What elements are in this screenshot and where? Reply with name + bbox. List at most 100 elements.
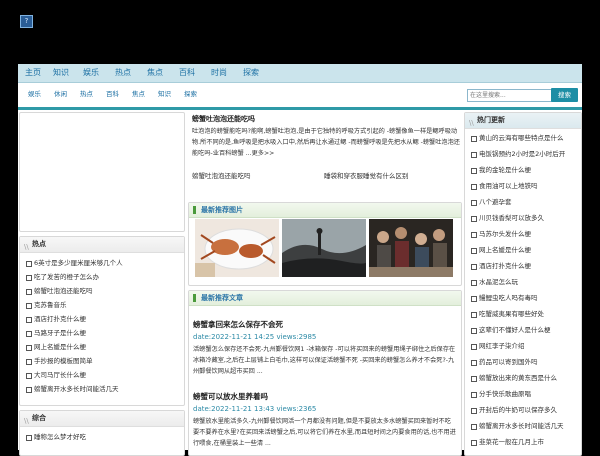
general-left-title: \\ 综合 — [20, 411, 184, 427]
hot-left-panel: \\ 热点 6英寸是多少厘米厘米够几个人 吃了发苦的橙子怎么办 螃蟹吐泡泡还能吃吗… — [19, 236, 185, 406]
bullet-square-icon — [26, 303, 32, 309]
list-item[interactable]: 韭菜花一般在几月上市 — [469, 436, 577, 449]
list-item[interactable]: 螃蟹离开水多长时间能活几天 — [469, 420, 577, 433]
bullet-square-icon — [471, 280, 477, 286]
list-item[interactable]: 吃蟹威夷果有哪些好处 — [469, 308, 577, 321]
list-item[interactable]: 网上名媛是什么梗 — [24, 341, 180, 354]
bullet-square-icon — [471, 344, 477, 350]
nav-primary-home[interactable]: 主页 — [22, 64, 44, 82]
nav-secondary-encyclopedia[interactable]: 百科 — [106, 83, 119, 105]
article-2-body: 螃蟹放水里能活多久-九州鄞餐饮网活一个月都没有问题,但是不要放太多水螃蟹买回来暂… — [193, 418, 456, 447]
list-item[interactable]: 我的金轮是什么梗 — [469, 164, 577, 177]
search-button[interactable]: 搜索 — [551, 88, 578, 102]
photo-crab-on-plate[interactable] — [195, 219, 279, 277]
list-item[interactable]: 手抄报的模板图简单 — [24, 355, 180, 368]
list-item[interactable]: 酒店打扑克什么梗 — [469, 260, 577, 273]
bullet-square-icon — [471, 152, 477, 158]
list-item[interactable]: 螃蟹放出来的黄东西是什么 — [469, 372, 577, 385]
bullet-square-icon — [471, 136, 477, 142]
list-item[interactable]: 黄山的云海有哪些特点是什么 — [469, 132, 577, 145]
bullet-square-icon — [471, 184, 477, 190]
bullet-square-icon — [471, 232, 477, 238]
nav-secondary-hot[interactable]: 热点 — [80, 83, 93, 105]
bullet-square-icon — [26, 359, 32, 365]
hot-right-panel: \\ 热门更新 黄山的云海有哪些特点是什么 电饭锅预约2小时是2小时后开 我的金轮… — [464, 112, 582, 456]
nav-secondary-entertainment[interactable]: 娱乐 — [28, 83, 41, 105]
page: 主页 知识 娱乐 热点 焦点 百科 时尚 探索 娱乐 休闲 热点 百科 焦点 知… — [18, 64, 582, 456]
list-item[interactable]: 药品可以寄到国外吗 — [469, 356, 577, 369]
list-item[interactable]: 电饭锅预约2小时是2小时后开 — [469, 148, 577, 161]
images-title: 最新推荐图片 — [189, 203, 461, 218]
list-item[interactable]: 分手快乐歌曲原唱 — [469, 388, 577, 401]
list-item[interactable]: 食用油可以上地铁吗 — [469, 180, 577, 193]
list-item[interactable]: 川贝钱香梨可以放多久 — [469, 212, 577, 225]
list-item[interactable]: 酒店打扑克什么梗 — [24, 313, 180, 326]
bullet-square-icon — [26, 261, 32, 267]
list-item[interactable]: 6英寸是多少厘米厘米够几个人 — [24, 257, 180, 270]
title-bar-icon — [193, 294, 196, 302]
bullet-square-icon — [471, 264, 477, 270]
bullet-square-icon — [471, 168, 477, 174]
nav-secondary-knowledge[interactable]: 知识 — [158, 83, 171, 105]
bullet-square-icon — [471, 424, 477, 430]
nav-primary-fashion[interactable]: 时尚 — [208, 64, 230, 82]
feature-link-2[interactable]: 睡袋和穿衣服睡觉有什么区别 — [324, 170, 409, 180]
bullet-square-icon — [26, 345, 32, 351]
title-mark-icon: \\ — [24, 243, 29, 251]
photo-mountains[interactable] — [282, 219, 366, 277]
nav-primary-encyclopedia[interactable]: 百科 — [176, 64, 198, 82]
nav-secondary-leisure[interactable]: 休闲 — [54, 83, 67, 105]
list-item[interactable]: 水晶泥怎么玩 — [469, 276, 577, 289]
list-item[interactable]: 吃了发苦的橙子怎么办 — [24, 271, 180, 284]
list-item[interactable]: 鳗鲤虫吃人吗有毒吗 — [469, 292, 577, 305]
nav-primary-explore[interactable]: 探索 — [240, 64, 262, 82]
article-1-title[interactable]: 螃蟹拿回来怎么保存不会死 — [193, 319, 283, 330]
bullet-square-icon — [26, 275, 32, 281]
bullet-square-icon — [26, 317, 32, 323]
bullet-square-icon — [471, 328, 477, 334]
list-item[interactable]: 大司马厅长什么梗 — [24, 369, 180, 382]
bullet-square-icon — [471, 200, 477, 206]
nav-primary-hot[interactable]: 热点 — [112, 64, 134, 82]
feature-title[interactable]: 螃蟹吐泡泡还能吃吗 — [192, 114, 255, 124]
list-item[interactable]: 网红李子柒介绍 — [469, 340, 577, 353]
list-item[interactable]: 这辈们不懂好人是什么梗 — [469, 324, 577, 337]
list-item[interactable]: 螃蟹吐泡泡还能吃吗 — [24, 285, 180, 298]
feature-link-1[interactable]: 螃蟹吐泡泡还能吃吗 — [192, 170, 251, 180]
title-bar-icon — [193, 206, 196, 214]
list-item[interactable]: 八个避孕套 — [469, 196, 577, 209]
photo-crowd[interactable] — [369, 219, 453, 277]
list-item[interactable]: 开封后的牛奶可以保存多久 — [469, 404, 577, 417]
feature-body: 吐泡泡的螃蟹能吃吗?能啊,螃蟹吐泡泡,是由于它独特的呼吸方式引起的 -螃蟹像鱼一… — [192, 128, 460, 157]
bullet-square-icon — [26, 331, 32, 337]
article-1-body: 活螃蟹怎么保存还不会死-九州鄞餐饮网1 -冰箱保存 -可以将买回来的螃蟹用绳子绑… — [193, 346, 456, 375]
list-item[interactable]: 睡称怎么梦才好吃 — [24, 431, 180, 444]
bullet-square-icon — [26, 289, 32, 295]
list-item[interactable]: 马苏尔头发什么梗 — [469, 228, 577, 241]
hot-left-title: \\ 热点 — [20, 237, 184, 253]
top-bar: ? — [0, 0, 600, 64]
secondary-nav: 娱乐 休闲 热点 百科 焦点 知识 探索 搜索 — [18, 83, 582, 110]
article-2-title[interactable]: 螃蟹可以放水里养着吗 — [193, 391, 268, 402]
list-item[interactable]: 螃蟹离开水多长时间能活几天 — [24, 383, 180, 396]
nav-secondary-focus[interactable]: 焦点 — [132, 83, 145, 105]
bullet-square-icon — [26, 373, 32, 379]
primary-nav: 主页 知识 娱乐 热点 焦点 百科 时尚 探索 — [18, 64, 582, 83]
article-2-meta: date:2022-11-21 13:43 views:2365 — [193, 405, 317, 413]
bullet-square-icon — [471, 440, 477, 446]
list-item[interactable]: 克苏鲁音乐 — [24, 299, 180, 312]
title-mark-icon: \\ — [24, 417, 29, 425]
bullet-square-icon — [471, 376, 477, 382]
list-item[interactable]: 马路牙子是什么梗 — [24, 327, 180, 340]
nav-primary-entertainment[interactable]: 娱乐 — [80, 64, 102, 82]
bullet-square-icon — [471, 360, 477, 366]
site-logo-icon[interactable]: ? — [20, 15, 33, 28]
list-item[interactable]: 网上名媛是什么梗 — [469, 244, 577, 257]
bullet-square-icon — [471, 408, 477, 414]
search-input[interactable] — [467, 89, 553, 102]
nav-primary-focus[interactable]: 焦点 — [144, 64, 166, 82]
nav-primary-knowledge[interactable]: 知识 — [50, 64, 72, 82]
title-mark-icon: \\ — [469, 119, 474, 127]
left-top-blank-panel — [19, 112, 185, 232]
nav-secondary-explore[interactable]: 探索 — [184, 83, 197, 105]
